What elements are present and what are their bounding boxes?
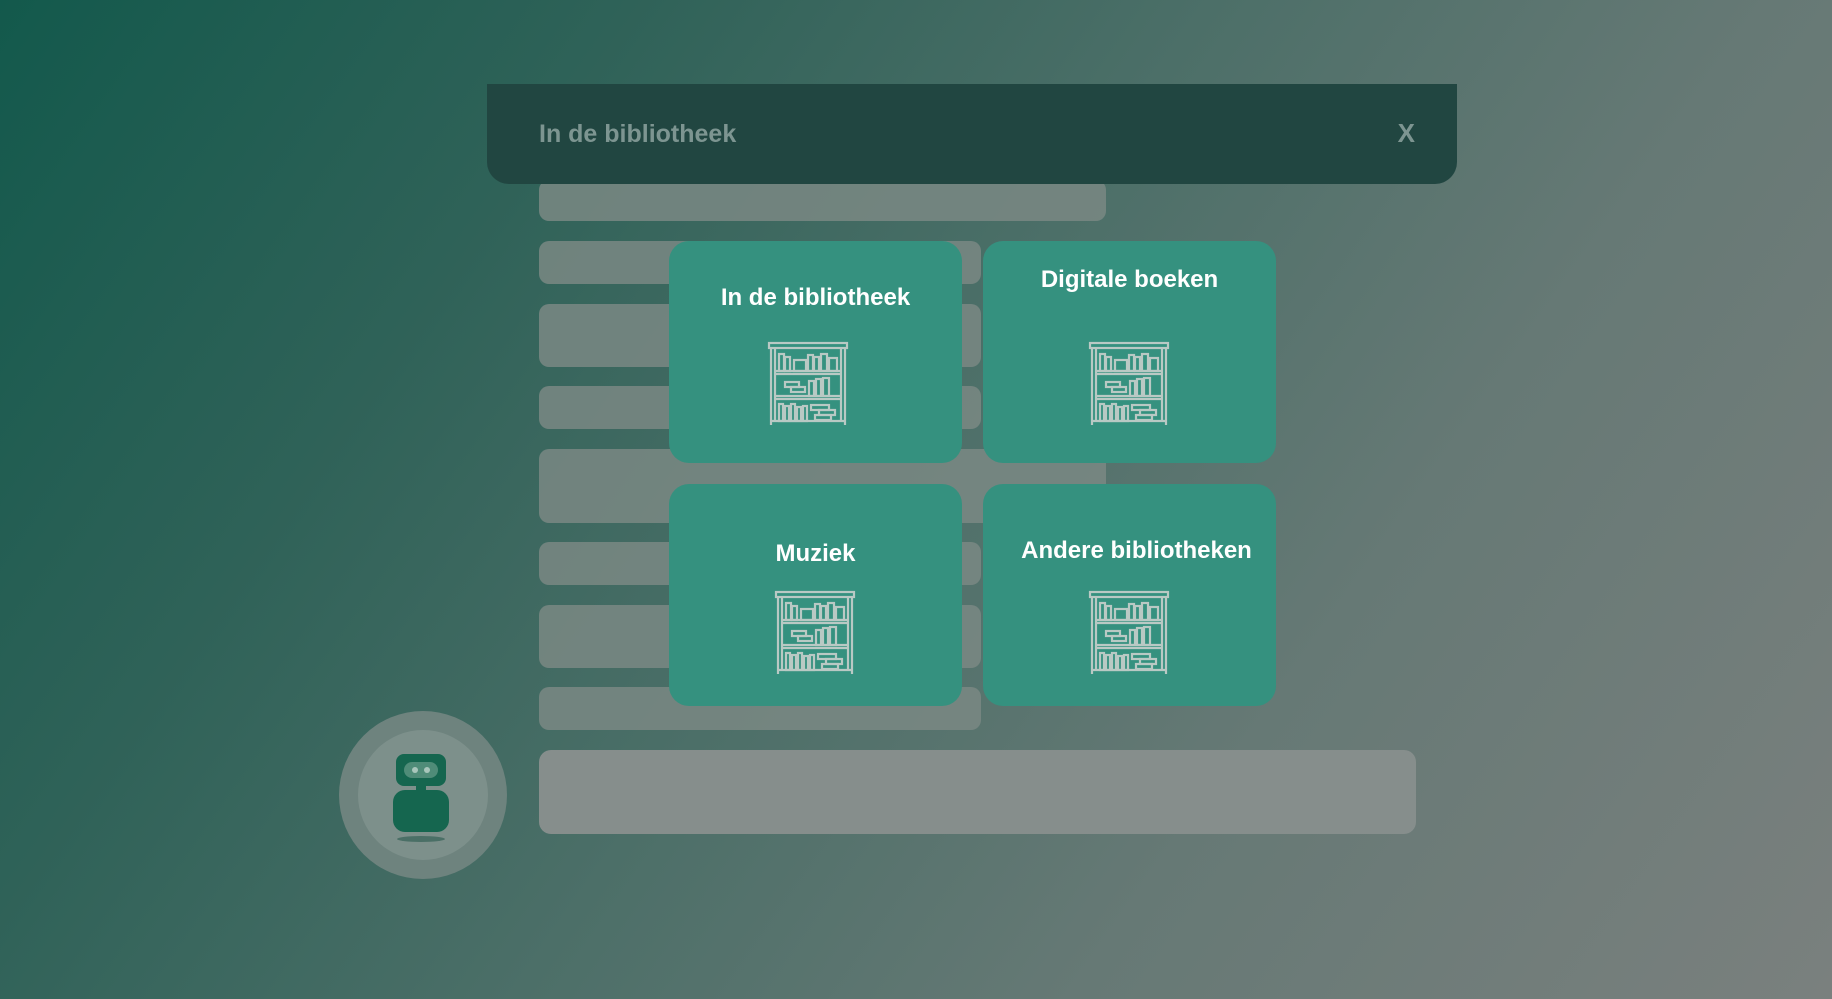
option-label: In de bibliotheek — [720, 284, 911, 311]
bookshelf-icon — [767, 341, 849, 425]
bookshelf-icon — [1088, 341, 1170, 425]
option-tile-digitale-boeken[interactable]: Digitale boeken — [983, 241, 1276, 463]
dialog-title: In de bibliotheek — [539, 120, 737, 148]
option-tile-muziek[interactable]: Muziek — [669, 484, 962, 706]
avatar-inner-circle — [358, 730, 488, 860]
option-label: Andere bibliotheken — [1021, 537, 1252, 564]
option-tile-in-de-bibliotheek[interactable]: In de bibliotheek — [669, 241, 962, 463]
message-placeholder — [539, 180, 1106, 221]
option-label: Muziek — [775, 540, 856, 567]
close-button[interactable]: X — [1398, 118, 1415, 149]
dialog-header: In de bibliotheek X — [487, 84, 1457, 184]
option-tile-andere-bibliotheken[interactable]: Andere bibliotheken — [983, 484, 1276, 706]
message-input[interactable] — [539, 750, 1416, 834]
option-label: Digitale boeken — [1040, 266, 1219, 293]
bookshelf-icon — [774, 590, 856, 674]
robot-icon — [393, 754, 449, 842]
bookshelf-icon — [1088, 590, 1170, 674]
chatbot-avatar — [339, 711, 507, 879]
